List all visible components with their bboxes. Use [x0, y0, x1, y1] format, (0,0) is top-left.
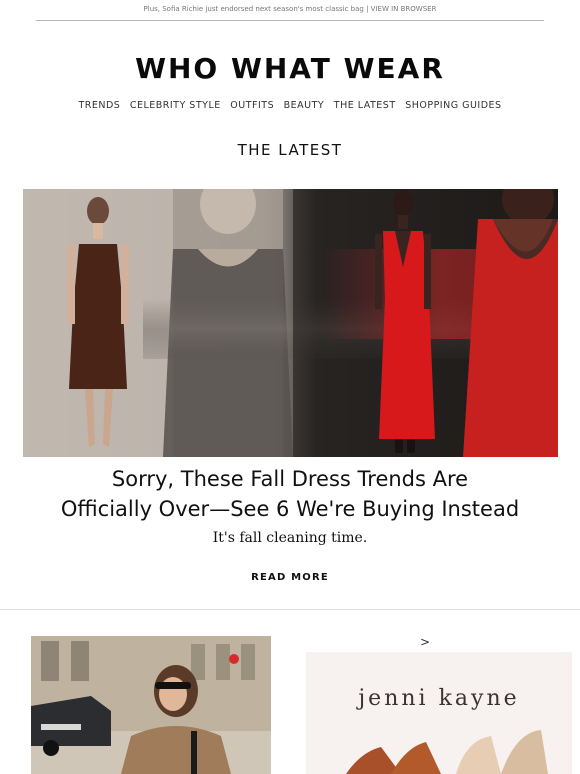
feature-title[interactable]: Sorry, These Fall Dress Trends Are Offic…	[30, 464, 550, 524]
preheader: Plus, Sofia Richie just endorsed next se…	[36, 0, 544, 21]
section-divider	[0, 609, 580, 610]
article-thumbnail-left[interactable]	[31, 636, 271, 774]
article-thumbnail-right[interactable]: jenni kayne	[306, 652, 572, 774]
nav-item-the-latest[interactable]: THE LATEST	[334, 100, 396, 111]
nav-item-shopping-guides[interactable]: SHOPPING GUIDES	[405, 100, 501, 111]
runway-collage-illustration	[23, 189, 558, 457]
feature-title-line-2[interactable]: Officially Over—See 6 We're Buying Inste…	[30, 494, 550, 524]
section-title: THE LATEST	[237, 141, 343, 159]
next-arrow-icon[interactable]: >	[420, 635, 430, 649]
nav-item-beauty[interactable]: BEAUTY	[284, 100, 325, 111]
feature-subtitle: It's fall cleaning time.	[212, 530, 368, 546]
view-in-browser-link[interactable]: VIEW IN BROWSER	[371, 5, 437, 13]
brand-logo[interactable]: WHO WHAT WEAR	[0, 52, 580, 86]
hero-image[interactable]	[23, 189, 558, 457]
nav-item-outfits[interactable]: OUTFITS	[230, 100, 274, 111]
read-more-link[interactable]: READ MORE	[0, 572, 580, 583]
preheader-text: Plus, Sofia Richie just endorsed next se…	[143, 5, 369, 13]
feature-title-line-1[interactable]: Sorry, These Fall Dress Trends Are	[30, 464, 550, 494]
main-nav: TRENDS CELEBRITY STYLE OUTFITS BEAUTY TH…	[0, 100, 580, 111]
street-style-photo-illustration	[31, 636, 271, 774]
nav-item-trends[interactable]: TRENDS	[78, 100, 120, 111]
shoe-illustration	[346, 730, 548, 774]
nav-item-celebrity-style[interactable]: CELEBRITY STYLE	[130, 100, 221, 111]
